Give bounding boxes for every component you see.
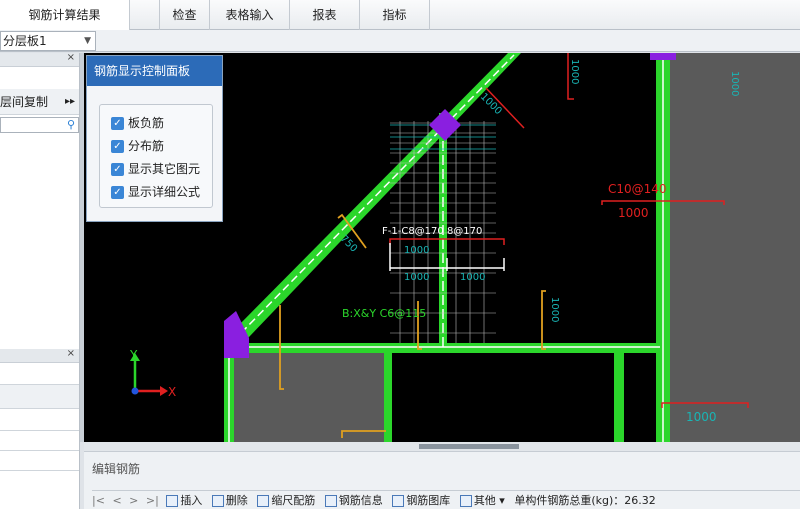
gray-region-bottom	[234, 351, 386, 442]
search-icon[interactable]: ⚲	[67, 118, 75, 131]
close-icon[interactable]: ×	[67, 348, 75, 359]
panel-header: ×	[0, 348, 79, 363]
checkbox-label: 板负筋	[128, 116, 165, 130]
checkmark-icon: ✓	[111, 117, 124, 130]
last-record-button[interactable]: >|	[146, 491, 159, 509]
other-label: 其他 ▾	[473, 494, 505, 507]
scale-rebar-label: 缩尺配筋	[271, 494, 316, 507]
dim-1000-top-right: 1000	[729, 71, 740, 96]
ribbon-tabs: 钢筋计算结果 检查 表格输入 报表 指标	[0, 0, 800, 30]
dim-1000-middle: 1000	[549, 297, 560, 322]
expand-icon[interactable]: ▸▸	[65, 89, 75, 115]
panel-divider[interactable]	[84, 442, 800, 452]
tab-table-input[interactable]: 表格输入	[210, 0, 290, 30]
tab-rebar-results[interactable]: 钢筋计算结果	[0, 0, 130, 30]
dim-1000-bottom: 1000	[686, 410, 717, 424]
edit-panel-title: 编辑钢筋	[92, 462, 141, 476]
insert-icon	[166, 495, 179, 507]
floor-copy-row[interactable]: 层间复制 ▸▸	[0, 89, 79, 115]
checkmark-icon: ✓	[111, 140, 124, 153]
other-icon	[459, 495, 472, 507]
label-c10: C10@140	[608, 182, 667, 196]
scale-rebar-button[interactable]: 缩尺配筋	[257, 491, 315, 509]
dim-1000-c10: 1000	[618, 206, 649, 220]
rebar-library-button[interactable]: 钢筋图库	[392, 491, 450, 509]
app-window: 钢筋计算结果 检查 表格输入 报表 指标 分层板1 ▼ × 层间复制 ▸▸ ⚲ …	[0, 0, 800, 509]
left-panel-top: × 层间复制 ▸▸ ⚲	[0, 52, 80, 349]
search-input[interactable]: ⚲	[0, 117, 79, 133]
checkmark-icon: ✓	[111, 186, 124, 199]
checkbox-show-detailed-formula[interactable]: ✓ 显示详细公式	[111, 184, 200, 200]
scale-icon	[257, 495, 270, 507]
tab-check[interactable]: 检查	[160, 0, 210, 30]
list-row[interactable]	[0, 385, 79, 409]
tab-spacer	[130, 0, 160, 30]
insert-button[interactable]: 插入	[166, 491, 202, 509]
label-b-rebar: B:X&Y C6@115	[342, 307, 426, 320]
info-icon	[324, 495, 337, 507]
floor-select-value: 分层板1	[3, 34, 47, 48]
dim-1000-diagonal: 1000	[478, 91, 504, 117]
resize-handle[interactable]	[419, 444, 519, 449]
checkmark-icon: ✓	[111, 163, 124, 176]
first-record-button[interactable]: |<	[92, 491, 105, 509]
table-row[interactable]	[0, 451, 79, 471]
rebar-info-button[interactable]: 钢筋信息	[324, 491, 383, 509]
total-weight-text: 单构件钢筋总重(kg)：26.32	[514, 494, 656, 507]
checkbox-board-negative-rebar[interactable]: ✓ 板负筋	[111, 115, 164, 131]
other-dropdown[interactable]: 其他 ▾	[459, 491, 505, 509]
axis-indicator: Y X	[129, 348, 176, 399]
floor-bar: 分层板1 ▼	[0, 30, 800, 52]
prev-record-button[interactable]: <	[112, 491, 121, 509]
column-node-left	[224, 311, 249, 358]
checkbox-show-other-elements[interactable]: ✓ 显示其它图元	[111, 161, 200, 177]
dim-1000-top: 1000	[569, 59, 580, 84]
label-f-rebar: F-1-C8@170 8@170	[382, 226, 482, 237]
delete-button[interactable]: 删除	[211, 491, 248, 509]
floor-select[interactable]: 分层板1 ▼	[0, 31, 96, 51]
dim-1000-left: 1000	[404, 272, 429, 283]
edit-rebar-panel: 编辑钢筋 |< < > >| 插入 删除 缩尺配筋 钢筋信息 钢筋图库 其他 ▾…	[84, 442, 800, 509]
column-node-right	[650, 53, 676, 60]
tab-report[interactable]: 报表	[290, 0, 360, 30]
rebar-display-control-panel: 钢筋显示控制面板 ✓ 板负筋 ✓ 分布筋 ✓ 显示其它图元 ✓ 显示详细公式	[86, 55, 223, 222]
rebar-library-label: 钢筋图库	[406, 494, 451, 507]
axis-x-label: X	[168, 385, 176, 399]
insert-label: 插入	[180, 494, 203, 507]
close-icon[interactable]: ×	[67, 52, 75, 63]
rebar-info-label: 钢筋信息	[338, 494, 383, 507]
axis-y-label: Y	[129, 348, 138, 362]
chevron-down-icon: ▼	[84, 36, 91, 46]
dim-1000-right: 1000	[460, 272, 485, 283]
delete-label: 删除	[225, 494, 248, 507]
edit-toolbar: |< < > >| 插入 删除 缩尺配筋 钢筋信息 钢筋图库 其他 ▾ 单构件钢…	[92, 490, 800, 509]
panel-header: ×	[0, 52, 79, 67]
checkbox-label: 显示其它图元	[128, 162, 201, 176]
checkbox-label: 分布筋	[128, 139, 165, 153]
checkbox-label: 显示详细公式	[128, 185, 201, 199]
table-row[interactable]	[0, 431, 79, 451]
wall-mid	[384, 348, 392, 442]
next-record-button[interactable]: >	[129, 491, 138, 509]
delete-icon	[211, 495, 224, 507]
tab-index[interactable]: 指标	[360, 0, 430, 30]
checkbox-distribution-rebar[interactable]: ✓ 分布筋	[111, 138, 164, 154]
control-panel-title[interactable]: 钢筋显示控制面板	[87, 56, 222, 86]
list-row[interactable]	[0, 363, 79, 385]
gray-region-right	[668, 53, 800, 442]
wall-short	[614, 348, 624, 442]
table-row[interactable]	[0, 409, 79, 431]
library-icon	[392, 495, 405, 507]
dim-1000-upper: 1000	[404, 245, 429, 256]
left-panel-bottom: ×	[0, 348, 80, 509]
floor-copy-label: 层间复制	[0, 95, 49, 109]
